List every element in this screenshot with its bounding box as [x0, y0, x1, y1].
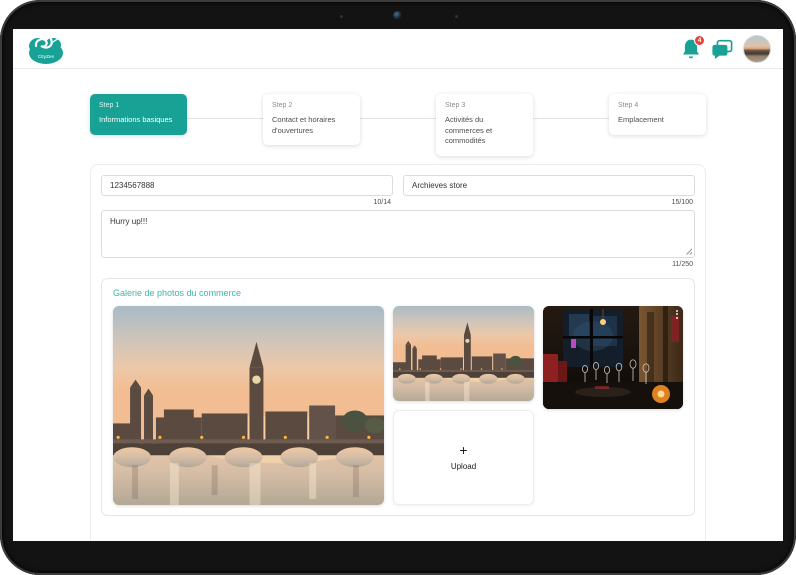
app-logo[interactable]: CityZen	[25, 33, 67, 65]
step-1-informations-basiques[interactable]: Step 1 Informations basiques	[90, 94, 187, 135]
phone-input[interactable]	[101, 174, 393, 196]
step-title: Informations basiques	[99, 115, 173, 124]
form-card: 10/14 15/100 Hurry up!!! 11/250 Galerie …	[90, 163, 706, 541]
sensor-dot-right	[455, 15, 458, 18]
gallery-photo-restaurant[interactable]	[543, 305, 683, 409]
gallery-right-column	[543, 305, 683, 409]
gallery-middle-column: + Upload	[393, 305, 534, 505]
gallery-section: Galerie de photos du commerce + Upload	[101, 277, 695, 516]
step-4-emplacement[interactable]: Step 4 Emplacement	[609, 94, 706, 135]
step-number: Step 1	[99, 102, 120, 109]
main-content: Step 1 Informations basiques Step 2 Cont…	[13, 69, 783, 541]
step-title: Emplacement	[618, 115, 664, 124]
step-number: Step 3	[445, 102, 466, 109]
phone-char-counter: 10/14	[373, 198, 391, 206]
step-number: Step 4	[618, 102, 639, 109]
front-camera-icon	[393, 11, 402, 20]
upload-label: Upload	[450, 462, 477, 471]
step-title: Activités du commerces et commodités	[445, 115, 493, 145]
step-2-contact-horaires[interactable]: Step 2 Contact et horaires d'ouvertures	[263, 94, 360, 145]
gallery-title: Galerie de photos du commerce	[113, 287, 242, 298]
description-field-group: Hurry up!!!	[101, 209, 695, 258]
step-3-activites-commodites[interactable]: Step 3 Activités du commerces et commodi…	[436, 94, 533, 156]
description-textarea[interactable]: Hurry up!!!	[101, 209, 695, 258]
user-avatar[interactable]	[743, 34, 771, 63]
photo-grid: + Upload	[113, 305, 683, 505]
notifications-button[interactable]: 4	[681, 34, 705, 60]
tablet-frame: CityZen 4 Step 1 Informations basiques S…	[0, 0, 796, 575]
gallery-photo-london-large[interactable]	[113, 305, 384, 505]
top-bar: CityZen 4	[13, 29, 783, 69]
app-screen: CityZen 4 Step 1 Informations basiques S…	[13, 29, 783, 541]
sensor-dot-left	[340, 15, 343, 18]
upload-button[interactable]: + Upload	[393, 409, 534, 505]
plus-icon: +	[459, 442, 468, 458]
description-char-counter: 11/250	[672, 260, 693, 268]
notification-badge: 4	[694, 34, 705, 46]
stepper: Step 1 Informations basiques Step 2 Cont…	[90, 94, 706, 156]
store-name-input[interactable]	[403, 174, 695, 196]
chat-icon[interactable]	[711, 39, 733, 59]
gallery-photo-london-small[interactable]	[393, 305, 534, 401]
step-title: Contact et horaires d'ouvertures	[272, 115, 336, 135]
store-name-field-group: 15/100	[403, 174, 695, 206]
photo-options-kebab-icon[interactable]	[676, 309, 678, 319]
logo-text: CityZen	[38, 54, 55, 60]
store-name-char-counter: 15/100	[671, 198, 693, 206]
step-number: Step 2	[272, 102, 293, 109]
top-bar-actions: 4	[681, 34, 771, 63]
phone-field-group: 10/14	[101, 174, 393, 206]
